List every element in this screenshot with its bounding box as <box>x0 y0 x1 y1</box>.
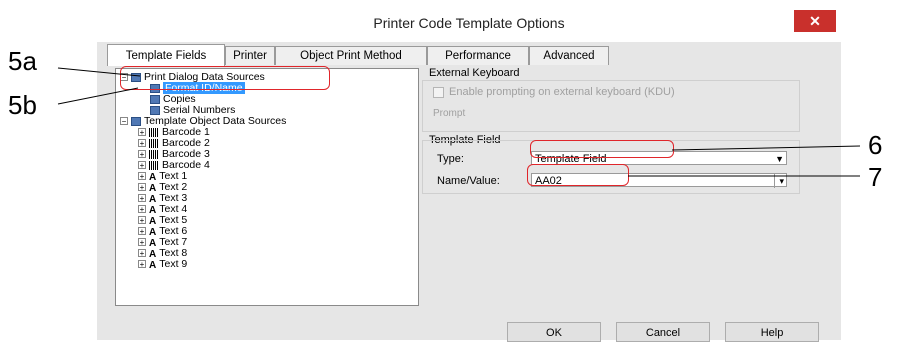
callout-7: 7 <box>868 162 883 192</box>
leader-line-6 <box>671 145 861 151</box>
callout-6: 6 <box>868 130 883 160</box>
callout-5a: 5a <box>8 46 37 76</box>
leader-line-5a <box>57 67 141 77</box>
leader-line-5b <box>57 87 139 105</box>
tab-template-fields[interactable]: Template Fields <box>107 44 225 66</box>
callout-5b: 5b <box>8 90 37 120</box>
